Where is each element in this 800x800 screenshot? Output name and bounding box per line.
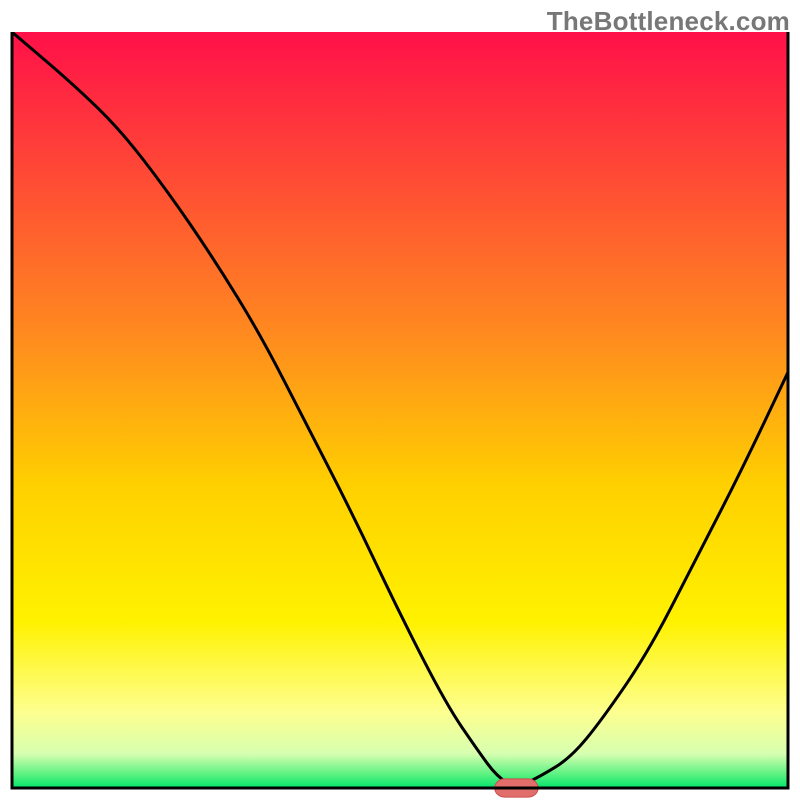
bottleneck-chart — [0, 0, 800, 800]
chart-container: TheBottleneck.com — [0, 0, 800, 800]
gradient-background — [12, 32, 788, 788]
